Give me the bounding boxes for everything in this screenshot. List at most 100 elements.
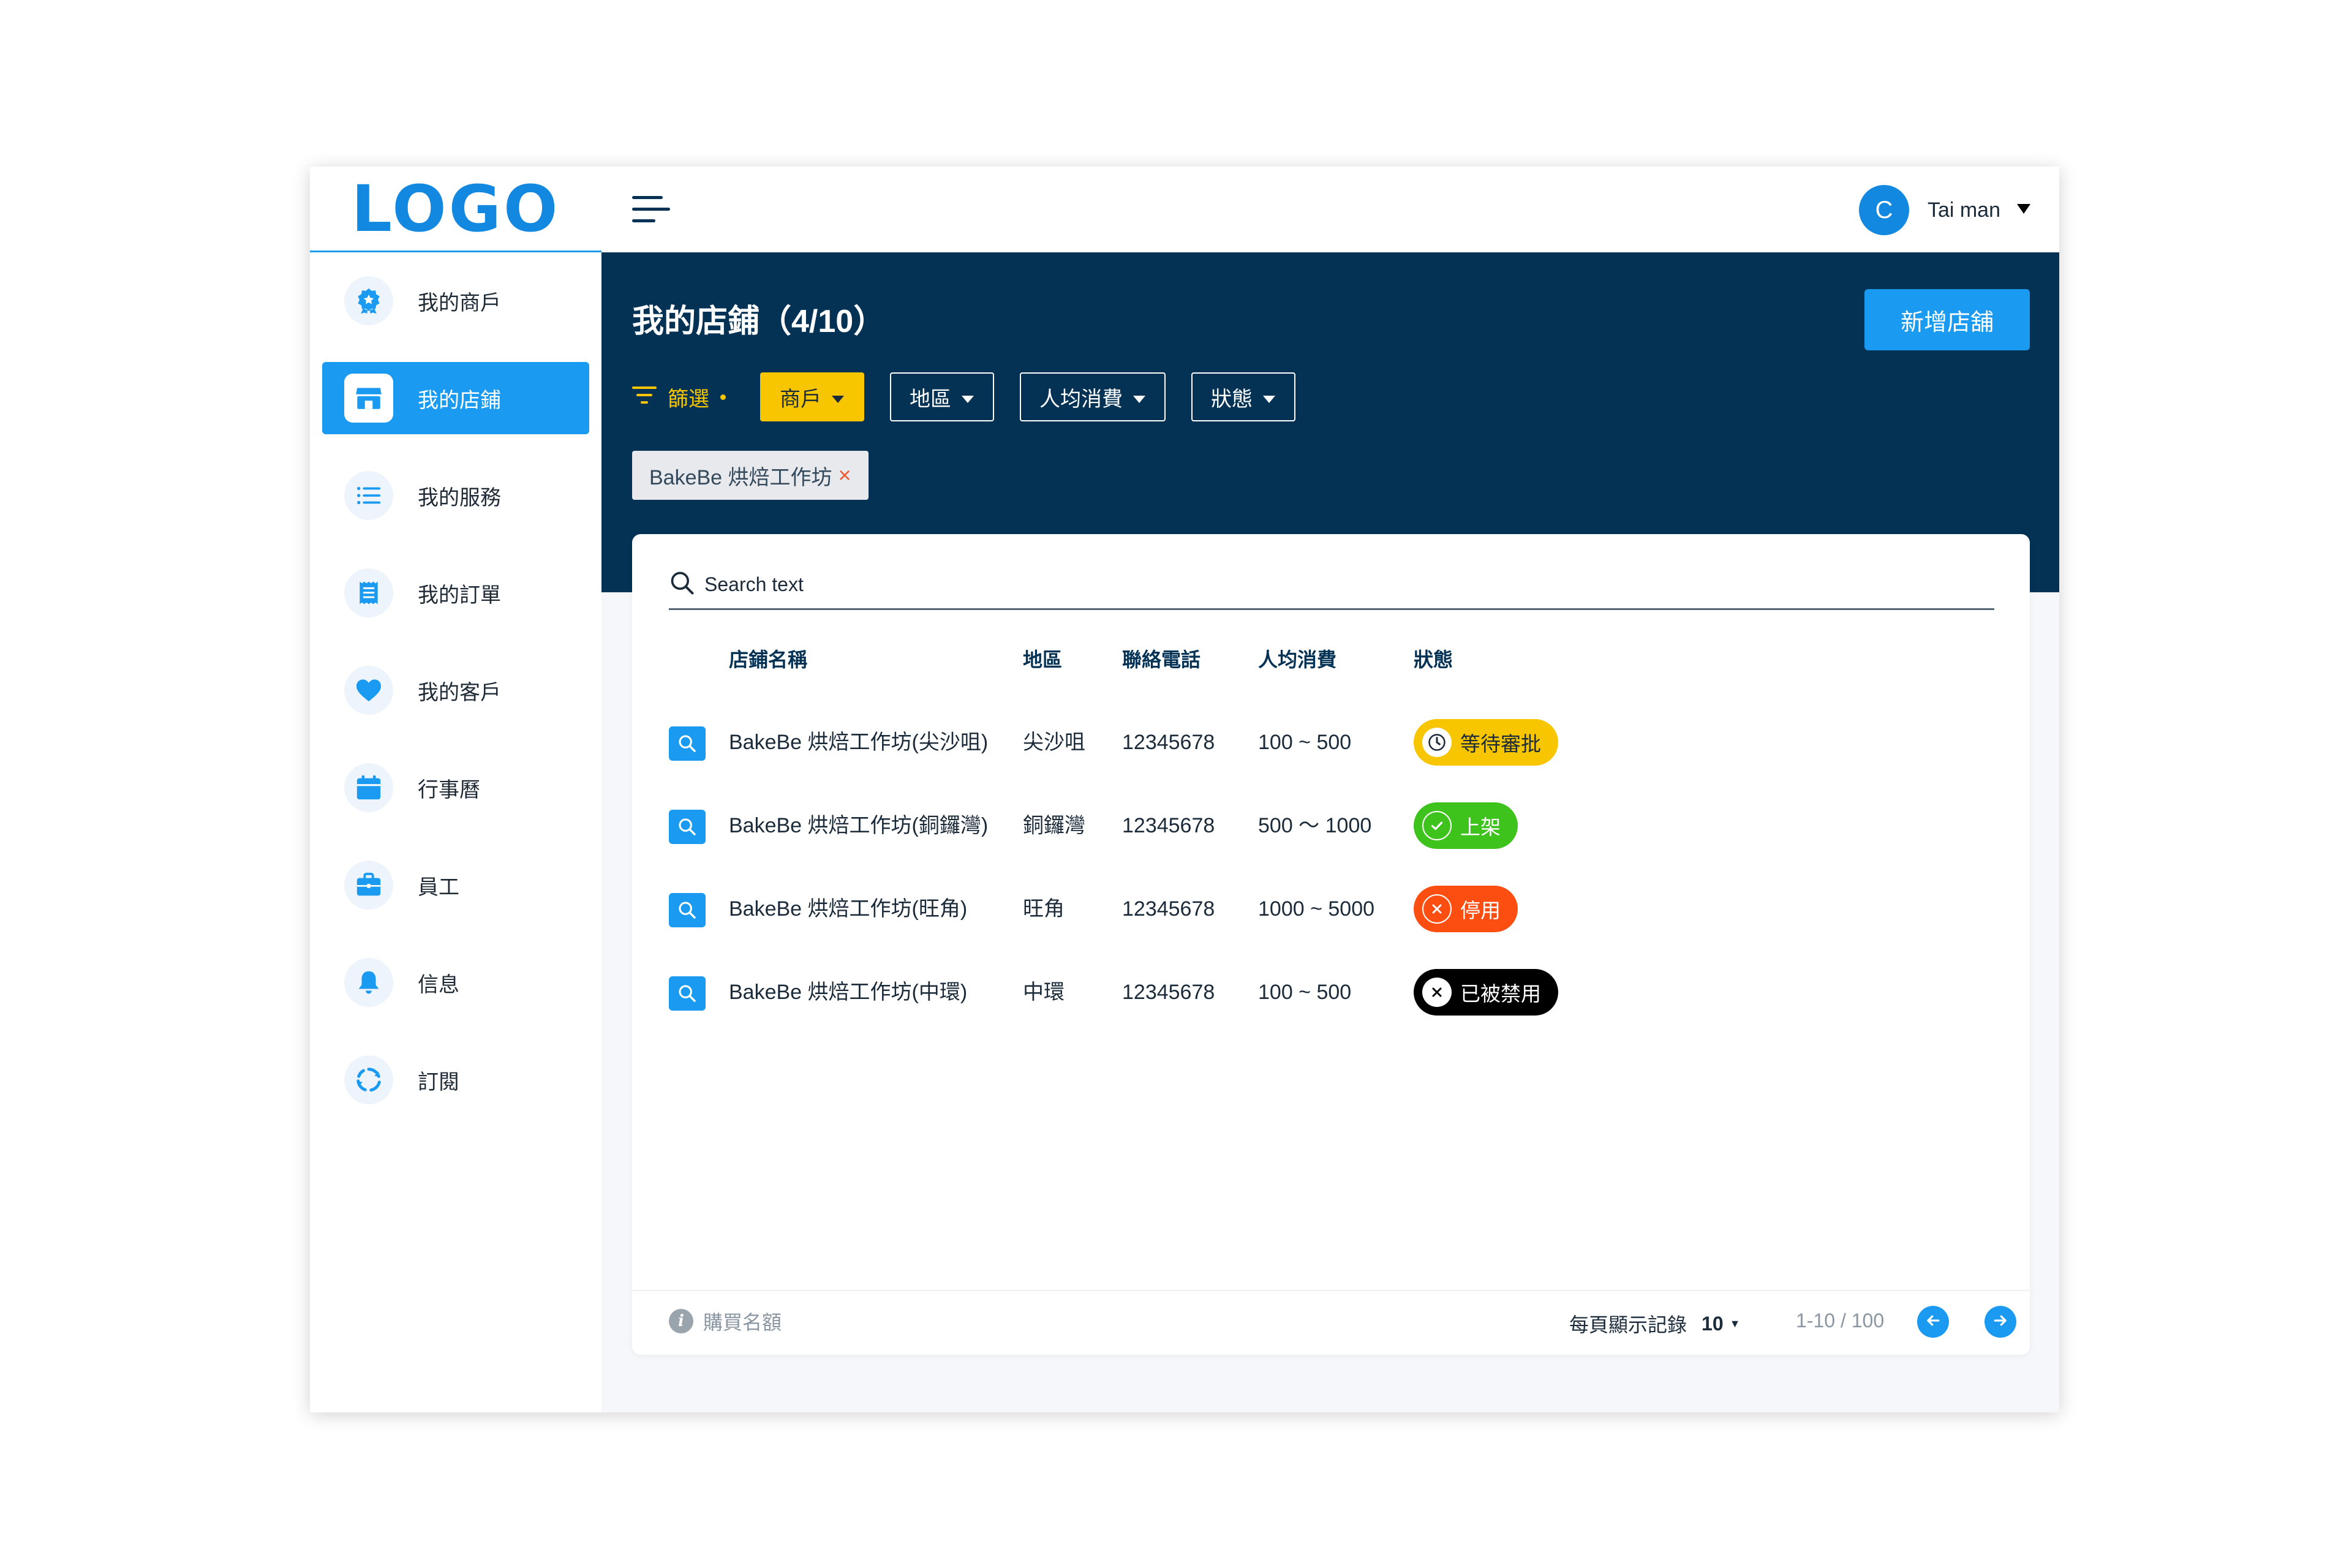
status-label: 上架 [1460, 816, 1501, 839]
store-phone: 12345678 [1122, 981, 1215, 1004]
sidebar-item-stores[interactable]: 我的店鋪 [322, 362, 589, 434]
app-window: LOGO 我的商戶 我的店鋪 我的服務 我的訂單 我的客戶 行事曆 員工 信息 … [310, 167, 2059, 1412]
menu-icon[interactable] [632, 196, 671, 223]
sidebar-item-label: 信息 [418, 973, 459, 997]
sidebar-item-staff[interactable]: 員工 [322, 849, 589, 921]
table-row: BakeBe 烘焙工作坊(旺角) 旺角 12345678 1000 ~ 5000… [632, 884, 2030, 933]
remove-tag-icon[interactable]: × [839, 462, 851, 488]
filter-icon [632, 385, 657, 409]
column-header-phone: 聯絡電話 [1122, 649, 1201, 671]
store-district: 尖沙咀 [1023, 731, 1085, 754]
refresh-icon [344, 1055, 393, 1104]
store-district: 銅鑼灣 [1023, 814, 1085, 837]
clock-icon [1422, 728, 1452, 757]
store-district: 中環 [1023, 981, 1065, 1004]
receipt-icon [344, 568, 393, 617]
sidebar-item-label: 我的訂單 [418, 583, 501, 607]
sidebar-item-label: 行事曆 [418, 778, 480, 802]
store-spend: 100 ~ 500 [1258, 981, 1352, 1004]
search-icon [669, 570, 696, 600]
quota-label: 購買名額 [703, 1311, 782, 1333]
list-icon [344, 471, 393, 520]
sidebar-nav: 我的商戶 我的店鋪 我的服務 我的訂單 我的客戶 行事曆 員工 信息 訂閱 [310, 252, 601, 1116]
search-input[interactable] [704, 573, 1994, 596]
active-filter-tag-label: BakeBe 烘焙工作坊 [649, 466, 832, 489]
status-badge: 等待審批 [1414, 719, 1558, 766]
view-store-button[interactable] [669, 810, 706, 844]
store-phone: 12345678 [1122, 897, 1215, 921]
rows-per-page-label: 每頁顯示記錄 [1569, 1314, 1687, 1336]
next-page-button[interactable] [1985, 1306, 2016, 1338]
status-label: 等待審批 [1460, 733, 1541, 755]
store-district: 旺角 [1023, 897, 1065, 921]
store-name: BakeBe 烘焙工作坊(銅鑼灣) [729, 814, 989, 837]
sidebar-item-orders[interactable]: 我的訂單 [322, 557, 589, 629]
info-icon: i [669, 1309, 693, 1333]
sidebar-item-calendar[interactable]: 行事曆 [322, 752, 589, 824]
caret-down-icon: ▼ [1729, 1317, 1741, 1330]
status-badge: 停用 [1414, 886, 1518, 932]
view-store-button[interactable] [669, 976, 706, 1011]
sidebar-item-label: 我的店鋪 [418, 388, 501, 412]
store-phone: 12345678 [1122, 731, 1215, 754]
user-menu[interactable]: C Tai man [1858, 185, 2031, 235]
filter-chip-status[interactable]: 狀態 [1191, 372, 1295, 421]
previous-page-button[interactable] [1917, 1306, 1949, 1338]
store-name: BakeBe 烘焙工作坊(旺角) [729, 897, 968, 921]
filter-active-dot [720, 394, 726, 400]
sidebar-item-customers[interactable]: 我的客戶 [322, 654, 589, 726]
stores-table-card: 店鋪名稱 地區 聯絡電話 人均消費 狀態 BakeBe 烘焙工作坊(尖沙咀) 尖… [632, 534, 2030, 1355]
view-store-button[interactable] [669, 893, 706, 927]
sidebar-item-label: 訂閱 [418, 1070, 459, 1094]
sidebar-item-label: 員工 [418, 875, 459, 899]
store-name: BakeBe 烘焙工作坊(中環) [729, 981, 968, 1004]
rows-per-page-select[interactable]: 10 [1702, 1313, 1724, 1335]
calendar-icon [344, 763, 393, 812]
logo: LOGO [351, 171, 560, 246]
caret-down-icon [961, 385, 974, 409]
user-name: Tai man [1927, 198, 2000, 222]
avatar: C [1858, 185, 1909, 235]
rows-per-page: 每頁顯示記錄 10 ▼ [1569, 1310, 1740, 1338]
filter-chip-merchant[interactable]: 商戶 [760, 372, 864, 421]
status-label: 停用 [1460, 899, 1501, 922]
filter-toggle[interactable]: 篩選 [632, 382, 726, 412]
column-header-name: 店鋪名稱 [729, 649, 808, 671]
sidebar-item-services[interactable]: 我的服務 [322, 459, 589, 532]
store-spend: 1000 ~ 5000 [1258, 897, 1375, 921]
view-store-button[interactable] [669, 726, 706, 761]
sidebar-item-label: 我的商戶 [418, 291, 501, 315]
filter-chip-spend[interactable]: 人均消費 [1020, 372, 1166, 421]
page-title: 我的店鋪（4/10） [632, 304, 886, 339]
sidebar-item-messages[interactable]: 信息 [322, 946, 589, 1019]
cancel-icon [1422, 894, 1452, 924]
sidebar-item-label: 我的服務 [418, 486, 501, 510]
store-phone: 12345678 [1122, 814, 1215, 837]
logo-area: LOGO [310, 167, 601, 252]
sidebar-item-merchants[interactable]: 我的商戶 [322, 265, 589, 337]
badge-icon [344, 276, 393, 325]
top-bar: C Tai man [601, 167, 2059, 252]
caret-down-icon [831, 385, 845, 409]
quota-link[interactable]: i 購買名額 [669, 1307, 782, 1335]
sidebar: LOGO 我的商戶 我的店鋪 我的服務 我的訂單 我的客戶 行事曆 員工 信息 … [310, 167, 601, 1412]
filter-bar: 篩選 商戶 地區 人均消費 狀態 [632, 372, 1321, 421]
add-store-button[interactable]: 新增店舖 [1864, 289, 2030, 350]
pagination-range: 1-10 / 100 [1796, 1310, 1885, 1332]
column-header-district: 地區 [1023, 649, 1063, 671]
arrow-left-icon [1924, 1311, 1942, 1333]
filter-chip-label: 商戶 [780, 387, 821, 411]
store-icon [344, 374, 393, 423]
heart-icon [344, 666, 393, 715]
bell-icon [344, 958, 393, 1007]
table-row: BakeBe 烘焙工作坊(尖沙咀) 尖沙咀 12345678 100 ~ 500… [632, 718, 2030, 767]
check-icon [1422, 811, 1452, 840]
arrow-right-icon [1991, 1311, 2010, 1333]
table-row: BakeBe 烘焙工作坊(銅鑼灣) 銅鑼灣 12345678 500 〜 100… [632, 801, 2030, 850]
sidebar-item-subscription[interactable]: 訂閱 [322, 1044, 589, 1116]
caret-down-icon [1133, 385, 1146, 409]
caret-down-icon [2016, 203, 2031, 218]
search-bar [669, 561, 1994, 610]
active-filter-tag: BakeBe 烘焙工作坊 × [632, 451, 869, 500]
filter-chip-district[interactable]: 地區 [890, 372, 994, 421]
